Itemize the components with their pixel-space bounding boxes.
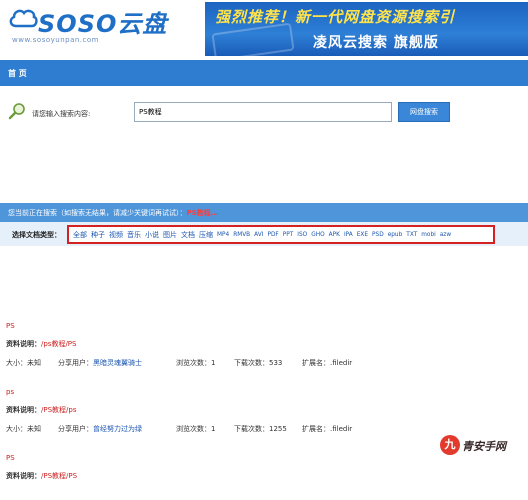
result-user-link[interactable]: 黑暗灵魂翼骑士 — [93, 358, 142, 368]
doc-type-list: 全部 种子 视频 音乐 小说 图片 文档 压缩 MP4 RMVB AVI PDF PPT ISO GHO AP… — [67, 225, 495, 244]
result-meta: 大小：未知 分享用户：黑暗灵魂翼骑士 浏览次数：1 下载次数：533 扩展名：.file… — [6, 358, 352, 368]
watermark-logo: 九 — [440, 435, 460, 455]
doc-type-option[interactable]: MP4 — [217, 232, 229, 238]
doc-type-option[interactable]: 音乐 — [127, 230, 141, 240]
doc-type-option[interactable]: 文档 — [181, 230, 195, 240]
result-title[interactable]: PS — [6, 322, 15, 330]
doc-type-option[interactable]: GHO — [311, 232, 324, 238]
result-description: 资料说明：/PS教程/ps — [6, 406, 77, 414]
result-description: 资料说明：/PS教程/PS — [6, 472, 78, 480]
nav-bar: 首 页 — [0, 60, 528, 86]
site-header: SOSO云盘 www.sosoyunpan.com 强烈推荐！新一代网盘资源搜索… — [0, 0, 528, 58]
doc-type-option[interactable]: 压缩 — [199, 230, 213, 240]
doc-type-label: 选择文档类型： — [12, 231, 61, 239]
doc-type-option[interactable]: TXT — [406, 232, 417, 238]
doc-type-option[interactable]: 小说 — [145, 230, 159, 240]
nav-home-link[interactable]: 首 页 — [8, 68, 27, 79]
doc-type-option[interactable]: mobi — [421, 232, 435, 238]
magnifier-icon — [8, 103, 25, 120]
doc-type-option[interactable]: RMVB — [233, 232, 250, 238]
searching-keyword: PS教程... — [186, 209, 219, 217]
site-watermark: 九 青安手网 — [440, 433, 528, 457]
doc-type-option[interactable]: PDF — [267, 232, 278, 238]
site-logo[interactable]: SOSO云盘 www.sosoyunpan.com — [6, 4, 201, 52]
search-input[interactable] — [134, 102, 392, 122]
doc-type-option[interactable]: 视频 — [109, 230, 123, 240]
result-extension: 扩展名：.filedir — [302, 425, 353, 433]
result-size: 大小：未知 — [6, 425, 41, 433]
banner-headline: 强烈推荐！新一代网盘资源搜索引 — [215, 8, 456, 26]
result-views: 浏览次数：1 — [176, 425, 216, 433]
searching-status-bar: 您当前正在搜索（如搜索无结果，请减少关键词再试试）：PS教程... — [0, 203, 528, 222]
search-label: 请您输入搜索内容: — [32, 110, 91, 118]
doc-type-option[interactable]: 图片 — [163, 230, 177, 240]
result-size: 大小：未知 — [6, 359, 41, 367]
result-description: 资料说明：/ps教程/PS — [6, 340, 77, 348]
result-share-user: 分享用户：黑暗灵魂翼骑士 — [58, 358, 142, 368]
cloud-icon — [9, 9, 38, 28]
logo-text: SOSO云盘 — [38, 10, 168, 38]
result-downloads: 下载次数：1255 — [234, 425, 287, 433]
logo-url: www.sosoyunpan.com — [12, 36, 99, 44]
result-title[interactable]: PS — [6, 454, 15, 462]
watermark-text: 青安手网 — [462, 440, 506, 453]
banner-decoration — [211, 22, 295, 56]
doc-type-option[interactable]: IPA — [344, 232, 353, 238]
doc-type-option[interactable]: ISO — [297, 232, 307, 238]
result-share-user: 分享用户：曾经努力过为绿 — [58, 424, 142, 434]
search-button[interactable]: 网盘搜索 — [398, 102, 450, 122]
doc-type-option[interactable]: PSD — [372, 232, 384, 238]
doc-type-option[interactable]: EXE — [357, 232, 368, 238]
result-views: 浏览次数：1 — [176, 359, 216, 367]
promo-banner[interactable]: 强烈推荐！新一代网盘资源搜索引 凌风云搜索 旗舰版 — [205, 2, 528, 56]
result-downloads: 下载次数：533 — [234, 359, 283, 367]
doc-type-option[interactable]: AVI — [254, 232, 263, 238]
result-extension: 扩展名：.filedir — [302, 359, 353, 367]
result-title[interactable]: ps — [6, 388, 14, 396]
doc-type-option[interactable]: azw — [440, 232, 451, 238]
result-meta: 大小：未知 分享用户：曾经努力过为绿 浏览次数：1 下载次数：1255 扩展名：.fil… — [6, 424, 352, 434]
doc-type-option[interactable]: 全部 — [73, 230, 87, 240]
result-user-link[interactable]: 曾经努力过为绿 — [93, 424, 142, 434]
doc-type-filter: 选择文档类型： 全部 种子 视频 音乐 小说 图片 文档 压缩 MP4 RMVB AVI PDF PPT… — [0, 222, 528, 246]
search-row: 请您输入搜索内容: 网盘搜索 — [0, 96, 528, 130]
searching-status: 您当前正在搜索（如搜索无结果，请减少关键词再试试）：PS教程... — [8, 209, 219, 217]
banner-subline: 凌风云搜索 旗舰版 — [313, 35, 439, 51]
result-path[interactable]: /PS教程/ps — [41, 406, 76, 414]
doc-type-option[interactable]: PPT — [283, 232, 294, 238]
result-path[interactable]: /ps教程/PS — [41, 340, 76, 348]
doc-type-option[interactable]: 种子 — [91, 230, 105, 240]
doc-type-option[interactable]: epub — [388, 232, 403, 238]
doc-type-option[interactable]: APK — [329, 232, 340, 238]
result-path[interactable]: /PS教程/PS — [41, 472, 77, 480]
